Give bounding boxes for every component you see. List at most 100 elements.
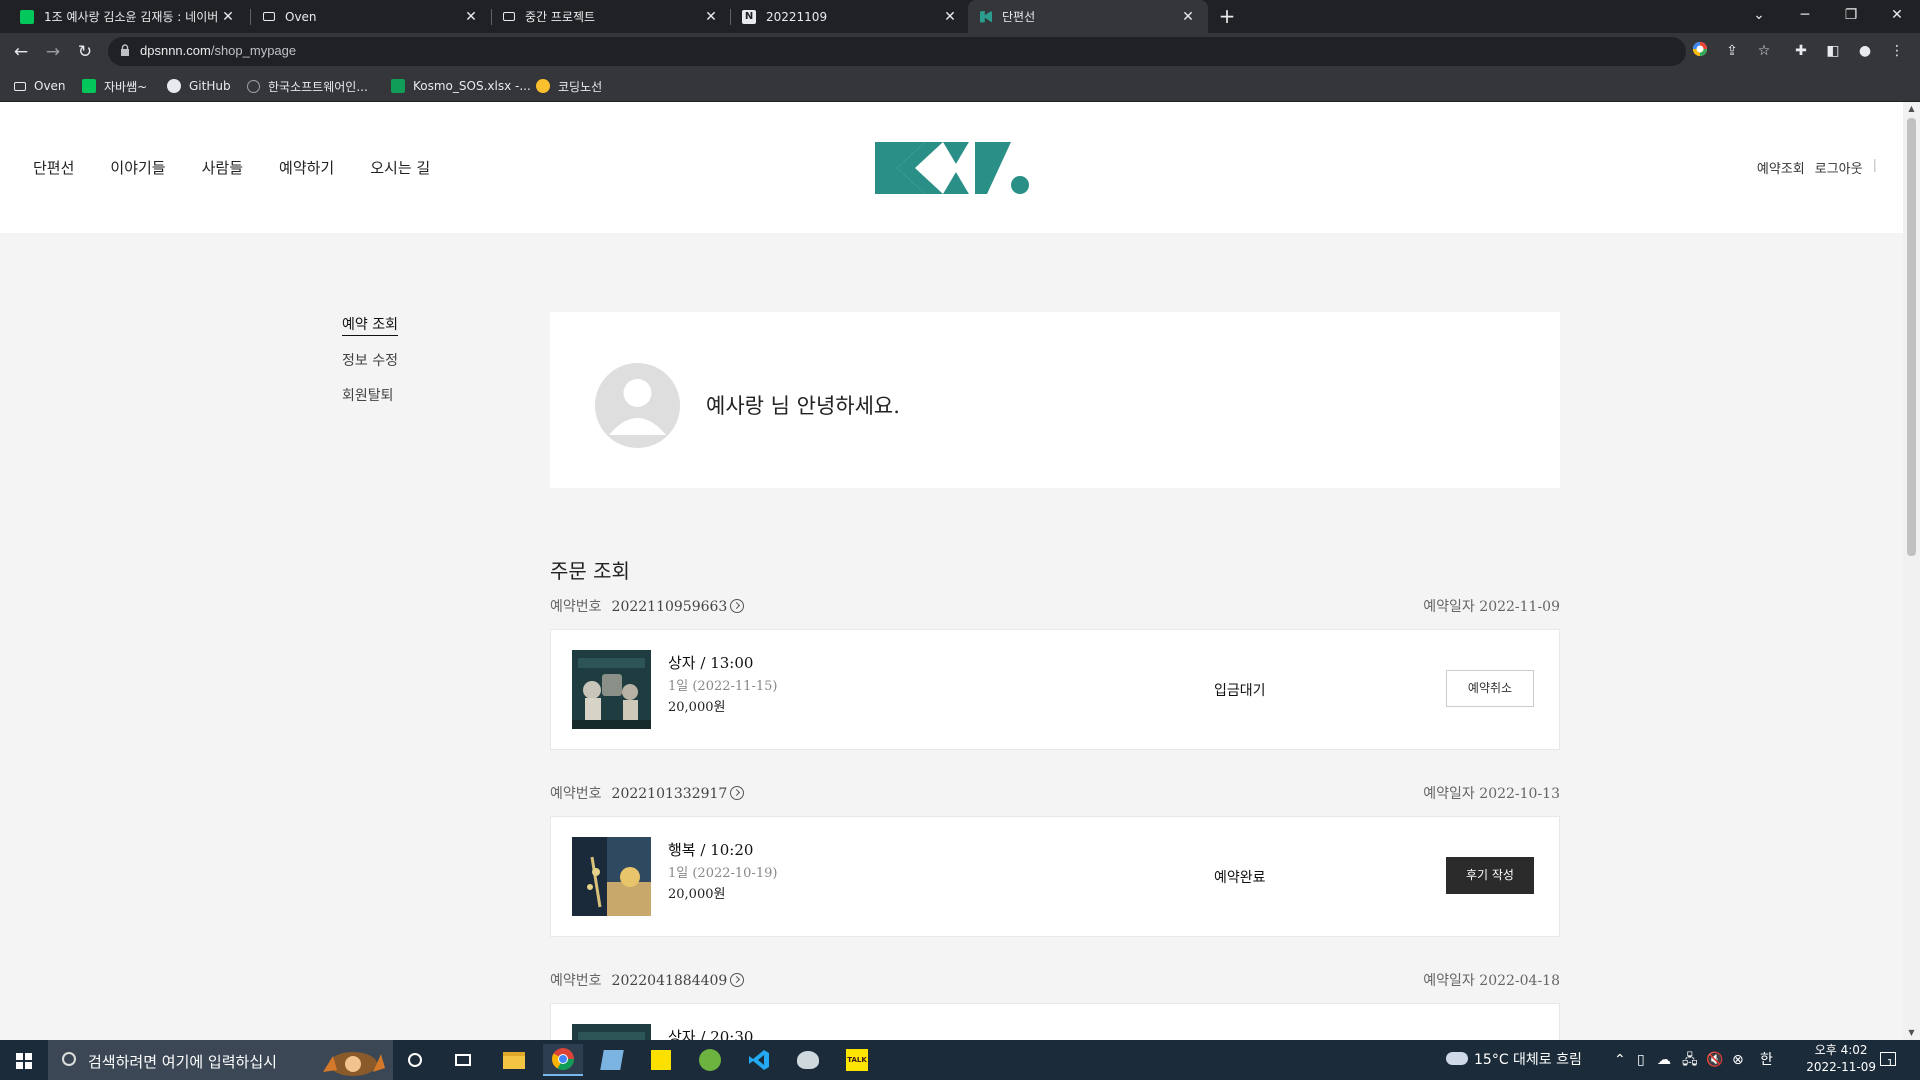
browser-tab[interactable]: 중간 프로젝트 ✕ [491, 0, 731, 33]
profile-icon[interactable]: ● [1855, 41, 1875, 61]
oven-icon [503, 12, 515, 21]
browser-tab[interactable]: Oven ✕ [251, 0, 491, 33]
item-title[interactable]: 상자 / 13:00 [668, 652, 753, 673]
network-icon[interactable]: 🖧 [1682, 1040, 1698, 1080]
tab-search-icon[interactable]: ⌄ [1736, 0, 1782, 33]
google-icon[interactable] [1690, 41, 1710, 61]
profile-card: 예사랑 님 안녕하세요. [550, 312, 1560, 488]
nav-reserve[interactable]: 예약하기 [279, 157, 334, 178]
bookmarks-bar: Oven 자바쌤~ GitHub 한국소프트웨어인... Kosmo_SOS.x… [0, 70, 1920, 102]
browser-tab[interactable]: 1조 예사랑 김소윤 김재동 : 네이버 ✕ [8, 0, 248, 33]
restore-icon[interactable]: ❐ [1828, 0, 1874, 33]
bookmark-item[interactable]: 한국소프트웨어인... [247, 76, 368, 96]
scroll-up-icon[interactable]: ▲ [1907, 104, 1916, 114]
address-bar[interactable]: dpsnnn.com/shop_mypage ⇪ ☆ [108, 37, 1770, 66]
close-tab-icon[interactable]: ✕ [703, 9, 719, 25]
nav-people[interactable]: 사람들 [202, 157, 243, 178]
order-number[interactable]: 2022110959663 [612, 599, 728, 615]
sidebar-item-reservations[interactable]: 예약 조회 [342, 314, 398, 336]
scroll-down-icon[interactable]: ▼ [1907, 1028, 1916, 1038]
mypage-sidebar: 예약 조회 정보 수정 회원탈퇴 [342, 314, 398, 420]
logout-link[interactable]: 로그아웃 [1815, 158, 1863, 177]
naver-cafe-icon [20, 9, 34, 24]
scrollbar-thumb[interactable] [1907, 118, 1916, 556]
page-scrollbar[interactable]: ▲ ▼ [1903, 102, 1920, 1040]
forward-icon[interactable]: → [41, 40, 65, 64]
extensions-icon[interactable]: ✚ [1791, 41, 1811, 61]
chevron-right-circle-icon[interactable] [730, 786, 745, 800]
url-text: dpsnnn.com/shop_mypage [140, 43, 297, 58]
browser-tab-active[interactable]: 단편선 ✕ [968, 0, 1208, 33]
task-view-icon[interactable] [443, 1044, 483, 1076]
sidebar-item-withdraw[interactable]: 회원탈퇴 [342, 385, 398, 405]
item-schedule: 1일 (2022-11-15) [668, 679, 778, 694]
bookmark-item[interactable]: GitHub [167, 76, 231, 96]
bookmark-label: Oven [34, 79, 66, 93]
vscode-icon[interactable] [739, 1044, 779, 1076]
write-review-button[interactable]: 후기 작성 [1446, 857, 1534, 894]
sticky-notes-icon[interactable] [641, 1044, 681, 1076]
back-icon[interactable]: ← [9, 40, 33, 64]
new-tab-button[interactable]: + [1215, 4, 1239, 28]
close-tab-icon[interactable]: ✕ [463, 9, 479, 25]
bookmark-item[interactable]: Kosmo_SOS.xlsx -... [391, 76, 531, 96]
weather-widget[interactable]: 15°C 대체로 흐림 [1446, 1040, 1582, 1080]
sidebar-item-edit-info[interactable]: 정보 수정 [342, 350, 398, 370]
spring-tool-icon[interactable] [690, 1044, 730, 1076]
close-tab-icon[interactable]: ✕ [942, 9, 958, 25]
bookmark-label: GitHub [189, 79, 231, 93]
bookmark-star-icon[interactable]: ☆ [1754, 41, 1774, 61]
oven-icon [14, 81, 26, 91]
notes-app-icon[interactable] [592, 1044, 632, 1076]
nav-directions[interactable]: 오시는 길 [370, 157, 430, 178]
bookmark-label: Kosmo_SOS.xlsx -... [413, 79, 531, 93]
cortana-icon[interactable] [395, 1044, 435, 1076]
chrome-icon[interactable] [543, 1044, 583, 1076]
notification-center-icon[interactable]: 1 [1880, 1040, 1908, 1080]
cloud-icon [1446, 1052, 1468, 1065]
cancel-reservation-button[interactable]: 예약취소 [1446, 670, 1534, 707]
kakaotalk-icon[interactable]: TALK [837, 1044, 877, 1076]
order-card: 상자 / 13:00 1일 (2022-11-15) 20,000원 입금대기 … [550, 629, 1560, 750]
performance-poster[interactable] [572, 650, 651, 729]
item-title[interactable]: 상자 / 20:30 [668, 1026, 753, 1040]
site-header: 단편선 이야기들 사람들 예약하기 오시는 길 예약조회 로그아웃 | [0, 102, 1903, 233]
bookmark-item[interactable]: Oven [14, 76, 66, 96]
item-title[interactable]: 행복 / 10:20 [668, 839, 753, 860]
performance-poster[interactable] [572, 837, 651, 916]
bookmark-item[interactable]: 코딩노선 [536, 76, 602, 96]
nav-home[interactable]: 단편선 [33, 157, 74, 178]
windows-start-icon[interactable] [0, 1040, 48, 1080]
taskbar-search-input[interactable]: 검색하려면 여기에 입력하십시 [48, 1040, 393, 1080]
reservation-lookup-link[interactable]: 예약조회 [1757, 158, 1805, 177]
minimize-icon[interactable]: ─ [1782, 0, 1828, 33]
site-logo[interactable] [875, 142, 1030, 194]
browser-toolbar: ← → ↻ dpsnnn.com/shop_mypage ⇪ ☆ ✚ ◧ ● ⋮ [0, 33, 1920, 70]
volume-icon[interactable]: 🔇 [1706, 1040, 1723, 1080]
file-explorer-icon[interactable] [494, 1044, 534, 1076]
taskbar-clock[interactable]: 오후 4:02 2022-11-09 [1806, 1042, 1876, 1076]
order-status: 예약완료 [1214, 870, 1266, 886]
ime-indicator[interactable]: 한 [1760, 1040, 1773, 1080]
side-panel-icon[interactable]: ◧ [1823, 41, 1843, 61]
browser-tab[interactable]: N 20221109 ✕ [730, 0, 970, 33]
onedrive-icon[interactable]: ☁ [1657, 1040, 1671, 1080]
paint-icon[interactable] [788, 1044, 828, 1076]
show-hidden-icons-icon[interactable]: ⌃ [1614, 1040, 1626, 1080]
nav-stories[interactable]: 이야기들 [110, 157, 165, 178]
close-tab-icon[interactable]: ✕ [220, 9, 236, 25]
performance-poster[interactable] [572, 1024, 651, 1040]
device-icon[interactable]: ▯ [1637, 1040, 1645, 1080]
bookmark-item[interactable]: 자바쌤~ [82, 76, 147, 96]
close-tab-icon[interactable]: ✕ [1180, 9, 1196, 25]
close-window-icon[interactable]: ✕ [1874, 0, 1920, 33]
order-header: 예약번호 2022110959663 예약일자 2022-11-09 [550, 596, 1560, 616]
share-icon[interactable]: ⇪ [1722, 41, 1742, 61]
order-number[interactable]: 2022041884409 [612, 973, 728, 989]
order-number[interactable]: 2022101332917 [612, 786, 728, 802]
chevron-right-circle-icon[interactable] [730, 973, 745, 987]
reload-icon[interactable]: ↻ [73, 40, 97, 64]
menu-icon[interactable]: ⋮ [1887, 41, 1907, 61]
status-icon[interactable]: ⊗ [1732, 1040, 1744, 1080]
chevron-right-circle-icon[interactable] [730, 599, 745, 613]
